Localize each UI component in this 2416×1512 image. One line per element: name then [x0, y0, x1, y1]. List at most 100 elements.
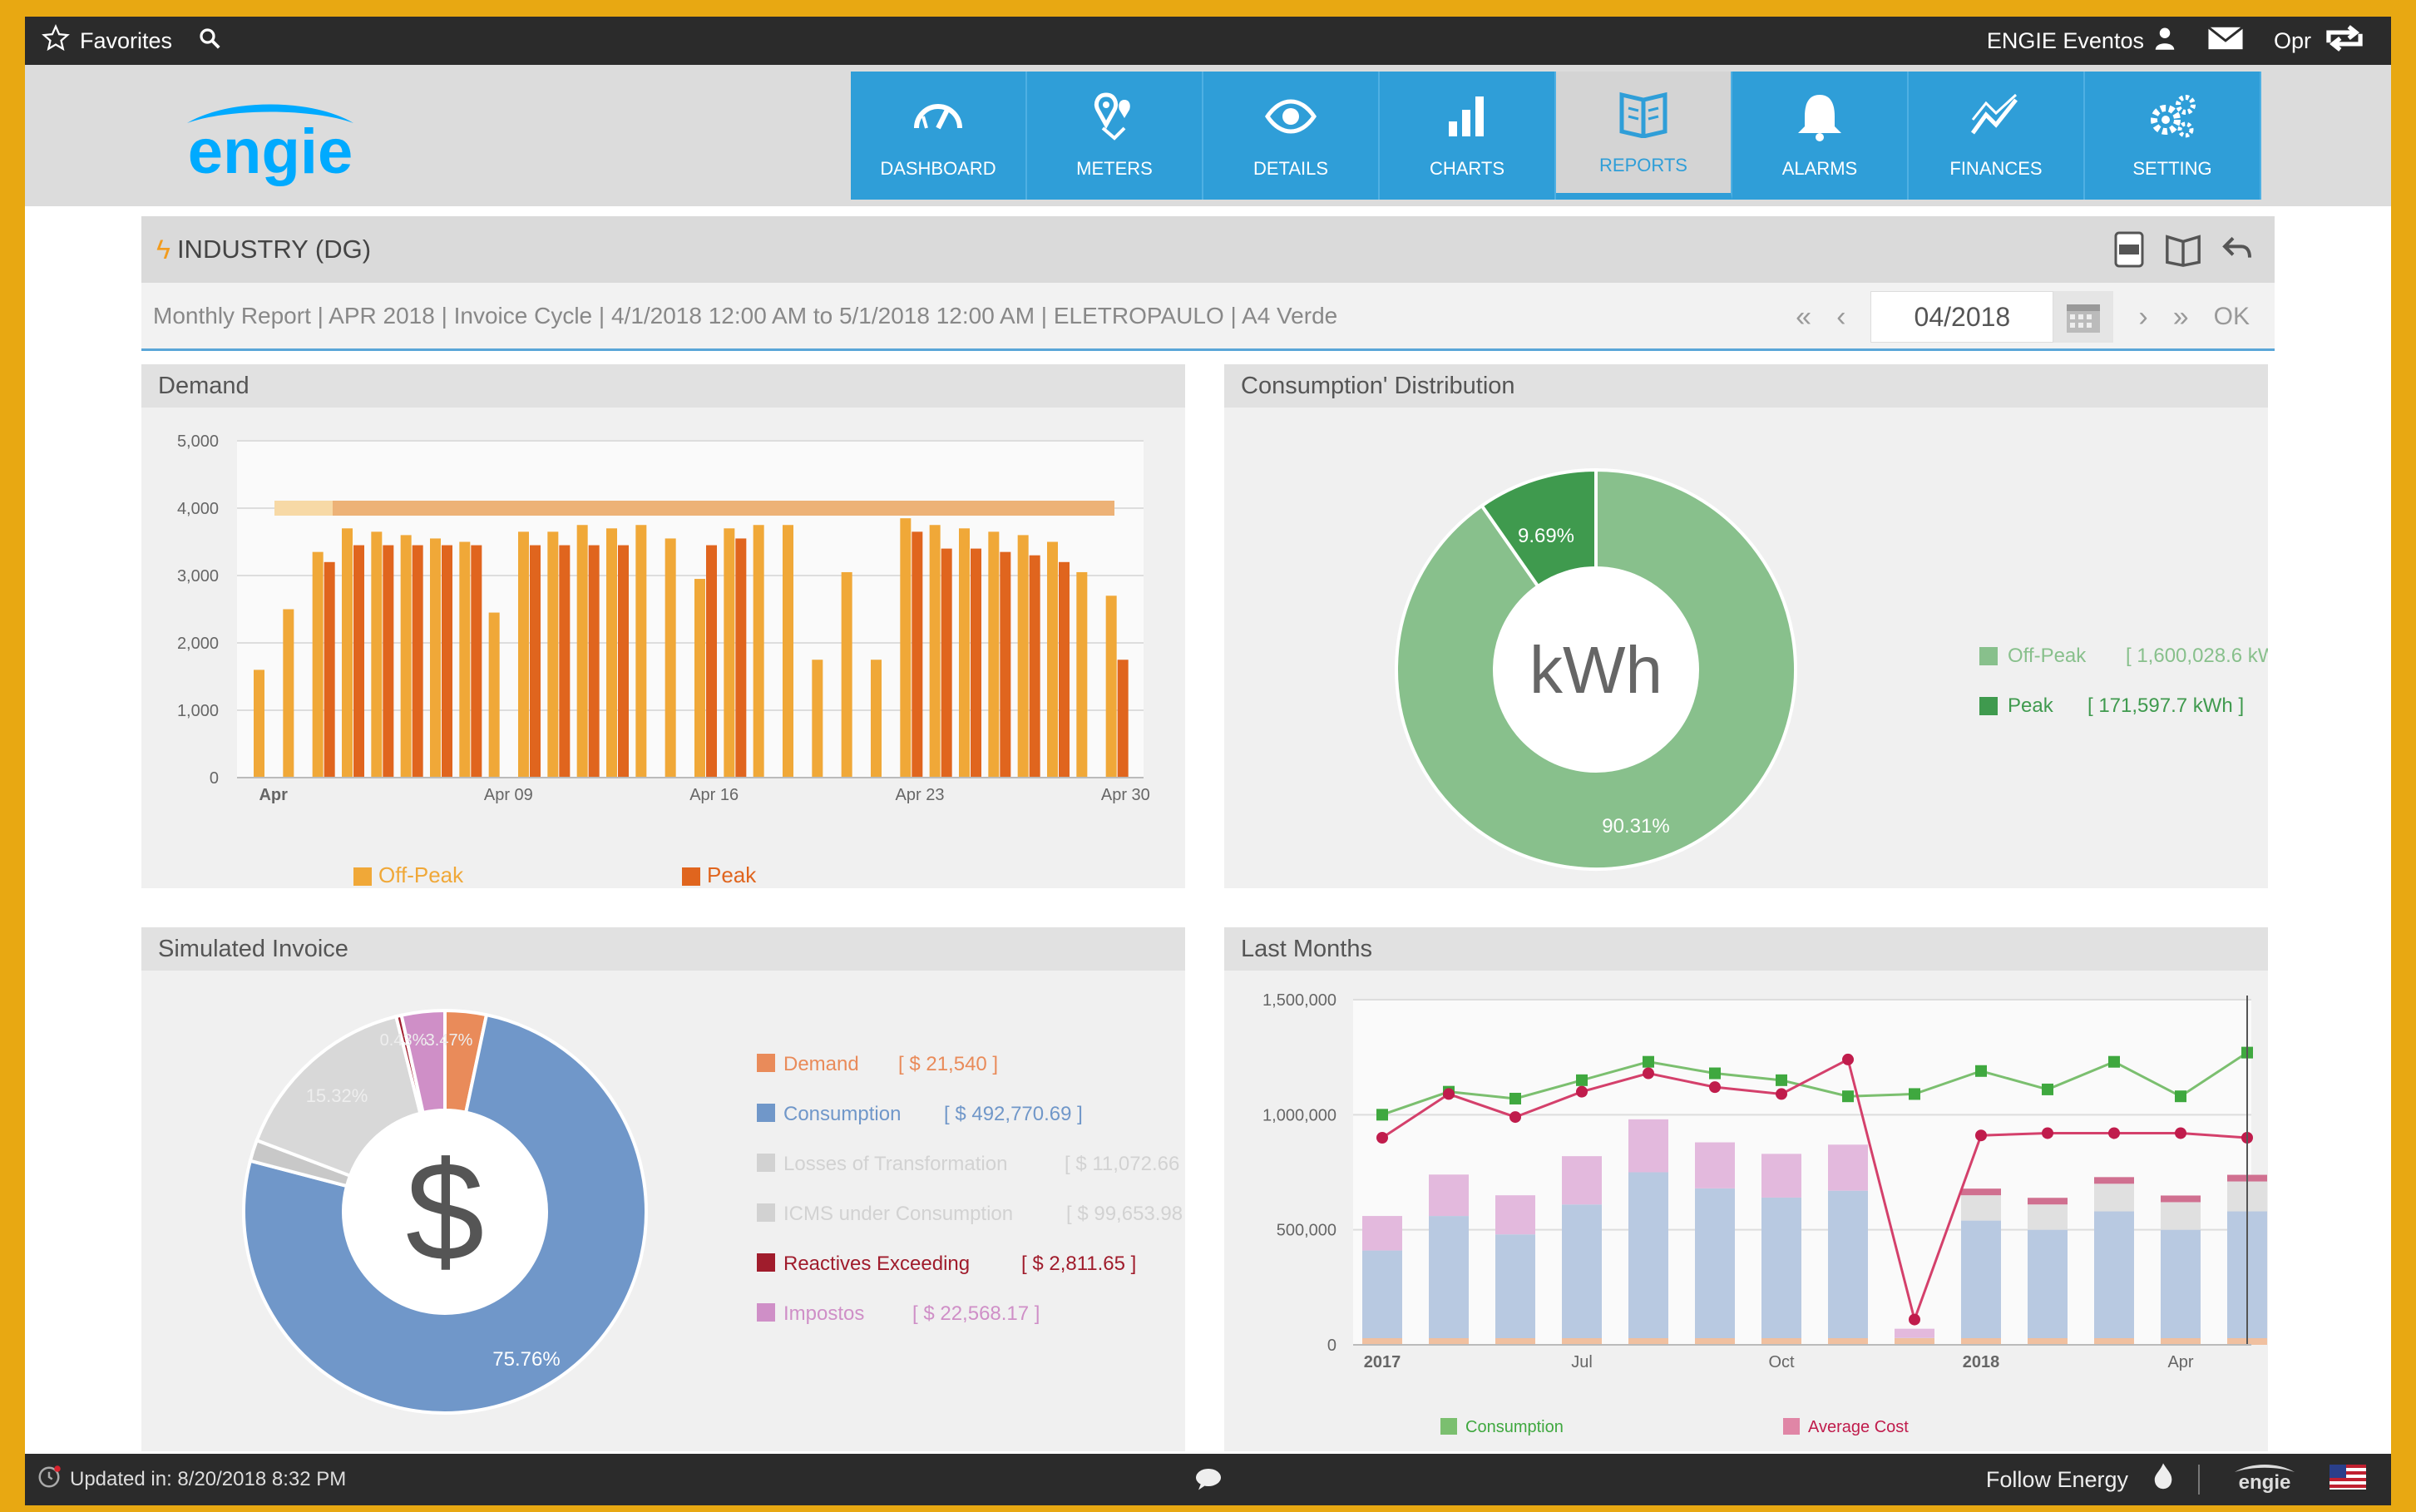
peak-bar	[971, 548, 981, 778]
first-period-button[interactable]: «	[1796, 301, 1811, 334]
peak-energy-bar	[1628, 1119, 1668, 1173]
mail-icon[interactable]	[2207, 26, 2244, 57]
average-cost-point	[1776, 1088, 1787, 1100]
offpeak-bar	[283, 609, 294, 778]
reactives-bar	[1961, 1188, 2001, 1196]
offpeak-bar	[959, 528, 970, 778]
chat-icon[interactable]	[1193, 1465, 1223, 1498]
follow-energy-link[interactable]: Follow Energy	[1986, 1467, 2128, 1493]
nav-item-label: DETAILS	[1252, 158, 1329, 179]
slice-label-reactives: 0.43%	[380, 1031, 427, 1050]
offpeak-bar	[254, 670, 264, 778]
last-period-button[interactable]: »	[2173, 301, 2189, 334]
demand-bar	[1495, 1338, 1535, 1345]
legend-swatch-peak	[682, 867, 700, 886]
calendar-icon[interactable]	[2053, 291, 2114, 343]
ok-button[interactable]: OK	[2214, 303, 2250, 331]
offpeak-bar	[371, 531, 383, 778]
consumption-bar	[1562, 1204, 1602, 1345]
nav-item-alarms[interactable]: ALARMS	[1732, 72, 1909, 200]
slice-label-icms: 15.32%	[306, 1085, 368, 1106]
average-cost-point	[2042, 1127, 2053, 1139]
offpeak-bar	[871, 660, 882, 778]
slice-label-offpeak: 90.31%	[1602, 815, 1669, 838]
demand-panel: Demand 5,000 4,000 3,000 2,000 1,000 0 Apr Apr …	[141, 364, 1185, 888]
y-tick-label: 3,000	[177, 567, 219, 586]
offpeak-bar	[1105, 595, 1117, 778]
average-cost-point	[1576, 1085, 1588, 1098]
x-tick-label: Apr 23	[896, 786, 945, 804]
consumption-bar	[1429, 1216, 1469, 1345]
report-description: Monthly Report | APR 2018 | Invoice Cycl…	[153, 302, 1338, 329]
gears-icon	[2143, 91, 2201, 146]
legend-value: [ $ 492,770.69 ]	[944, 1103, 1083, 1125]
book-icon[interactable]	[2164, 231, 2202, 274]
consumption-point	[2108, 1055, 2120, 1068]
legend-label-offpeak: Off-Peak	[2008, 645, 2087, 667]
operator-label: Opr	[2273, 27, 2311, 53]
logo-text: engie	[188, 116, 353, 187]
peak-bar	[588, 545, 600, 778]
nav-item-label: CHARTS	[1429, 158, 1505, 179]
period-pager: « ‹ 04/2018 › » OK	[1796, 291, 2250, 343]
offpeak-bar	[400, 535, 412, 778]
x-tick-label: Jul	[1571, 1353, 1593, 1371]
legend-value: [ $ 99,653.98	[1066, 1203, 1183, 1225]
nav-item-meters[interactable]: METERS	[1027, 72, 1203, 200]
x-tick-label: Apr 09	[484, 786, 533, 804]
peak-bar	[1117, 660, 1129, 778]
losses-bar	[1961, 1195, 2001, 1221]
search-icon[interactable]	[197, 26, 222, 57]
demand-bar	[1695, 1338, 1735, 1345]
y-tick-label: 2,000	[177, 635, 219, 653]
slice-label-consumption: 75.76%	[492, 1348, 560, 1371]
demand-bar	[1429, 1338, 1469, 1345]
legend-swatch-offpeak	[1979, 647, 1998, 665]
header: engie DASHBOARD METERS DETAILS CHARTS REPORT…	[25, 65, 2391, 206]
updated-text: Updated in: 8/20/2018 8:32 PM	[70, 1468, 347, 1490]
user-menu[interactable]: ENGIE Eventos	[1987, 25, 2177, 57]
nav-item-dashboard[interactable]: DASHBOARD	[851, 72, 1027, 200]
peak-bar	[735, 538, 747, 778]
peak-energy-bar	[1695, 1142, 1735, 1188]
offpeak-bar	[518, 531, 529, 778]
back-icon[interactable]	[2221, 231, 2254, 274]
us-flag-icon[interactable]	[2330, 1464, 2366, 1495]
period-input[interactable]: 04/2018	[1870, 291, 2054, 343]
x-tick-label: Apr 30	[1101, 786, 1150, 804]
offpeak-bar	[430, 538, 441, 778]
consumption-point	[1643, 1055, 1654, 1068]
peak-bar	[324, 561, 335, 778]
consumption-point	[2175, 1090, 2186, 1103]
offpeak-bar	[724, 528, 735, 778]
report-title-bar: ϟ INDUSTRY (DG)	[141, 216, 2275, 283]
nav-item-reports[interactable]: REPORTS	[1556, 72, 1732, 200]
next-period-button[interactable]: ›	[2138, 301, 2147, 334]
legend-value: [ $ 21,540 ]	[898, 1053, 998, 1075]
footer-logo: engie	[2223, 1460, 2306, 1500]
nav-item-finances[interactable]: FINANCES	[1909, 72, 2085, 200]
legend-label: Reactives Exceeding	[783, 1253, 970, 1275]
x-tick-label: Apr	[259, 786, 288, 804]
demand-bar	[1628, 1338, 1668, 1345]
operator-menu[interactable]: Opr	[2274, 23, 2366, 59]
legend-swatch-average-cost	[1783, 1418, 1800, 1435]
peak-energy-bar	[1895, 1328, 1934, 1338]
legend-value: [ $ 2,811.65 ]	[1021, 1253, 1136, 1275]
average-cost-point	[1909, 1313, 1920, 1326]
legend-swatch	[757, 1104, 775, 1122]
consumption-bar	[1828, 1190, 1868, 1345]
peak-energy-bar	[1761, 1154, 1801, 1198]
average-cost-point	[1709, 1081, 1721, 1094]
consumption-point	[1909, 1088, 1920, 1100]
clock-icon	[37, 1465, 62, 1495]
x-tick-label: Apr	[2167, 1353, 2193, 1371]
peak-energy-bar	[1362, 1216, 1402, 1251]
offpeak-bar	[1017, 535, 1029, 778]
prev-period-button[interactable]: ‹	[1836, 301, 1845, 334]
pdf-icon[interactable]	[2112, 231, 2146, 274]
nav-item-details[interactable]: DETAILS	[1203, 72, 1380, 200]
favorites-menu[interactable]: Favorites	[42, 23, 222, 58]
nav-item-charts[interactable]: CHARTS	[1380, 72, 1556, 200]
nav-item-setting[interactable]: SETTING	[2085, 72, 2261, 200]
